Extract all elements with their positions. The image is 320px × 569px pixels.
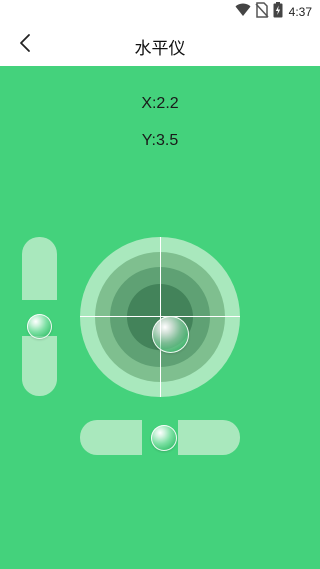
level-panel: X:2.2 Y:3.5: [0, 66, 320, 569]
battery-charging-icon: [273, 1, 283, 23]
vertical-bubble: [27, 314, 52, 339]
no-sim-icon: [255, 1, 269, 23]
horizontal-bubble: [151, 425, 177, 451]
vertical-track-top: [22, 237, 57, 300]
crosshair-vertical: [160, 237, 161, 397]
app-bar: 水平仪: [0, 24, 320, 66]
status-icons: 4:37: [235, 1, 312, 23]
vertical-track-bottom: [22, 336, 57, 396]
status-time: 4:37: [288, 5, 312, 19]
y-reading: Y:3.5: [141, 132, 179, 149]
status-bar: 4:37: [0, 0, 320, 24]
horizontal-track-right: [178, 420, 240, 455]
horizontal-track-left: [80, 420, 142, 455]
page-title: 水平仪: [134, 39, 186, 58]
circular-bubble: [152, 316, 189, 353]
wifi-icon: [235, 3, 251, 22]
x-reading: X:2.2: [141, 95, 179, 112]
